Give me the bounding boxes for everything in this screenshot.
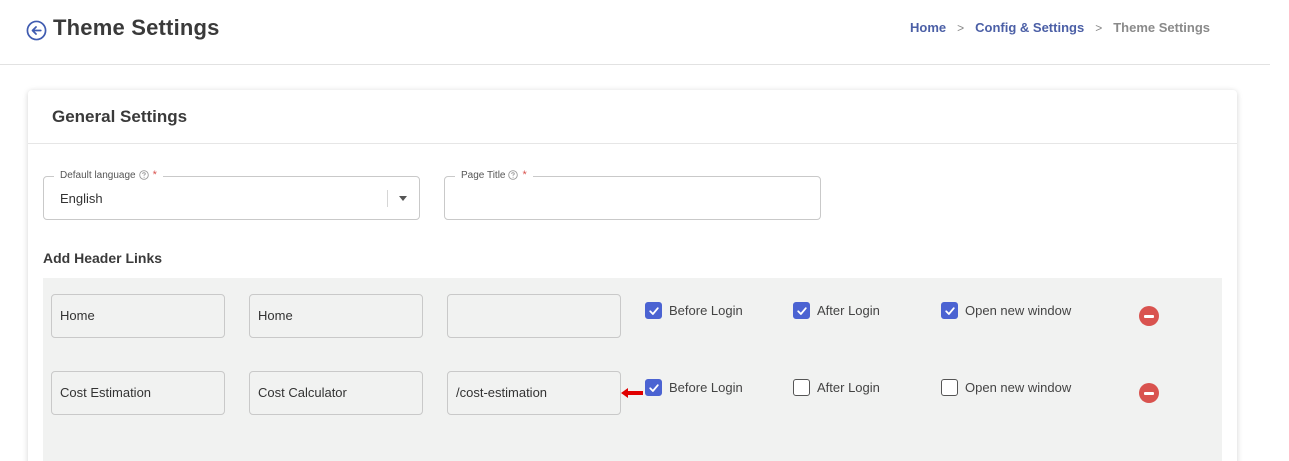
link-url-input[interactable]	[447, 294, 621, 338]
back-arrow-icon[interactable]	[26, 20, 47, 41]
header-links-panel: Home Home Before Login After Login Open …	[43, 278, 1222, 461]
remove-link-icon[interactable]	[1139, 306, 1159, 326]
checkbox-checked[interactable]	[645, 302, 662, 319]
default-language-select[interactable]: Default language * English	[43, 169, 420, 220]
breadcrumb: Home > Config & Settings > Theme Setting…	[910, 20, 1210, 35]
check-icon	[944, 306, 955, 315]
after-login-label: After Login	[817, 380, 880, 395]
default-language-label-text: Default language	[60, 169, 136, 181]
checkbox-checked[interactable]	[645, 379, 662, 396]
page-title: Theme Settings	[53, 15, 220, 40]
breadcrumb-home[interactable]: Home	[910, 20, 946, 35]
page-title-label-text: Page Title	[461, 169, 506, 181]
top-bar: Theme Settings Home > Config & Settings …	[0, 0, 1270, 65]
page-title-label: Page Title *	[455, 169, 533, 181]
card-header: General Settings	[28, 90, 1237, 144]
check-icon	[648, 383, 659, 392]
red-arrow-pointer-icon	[621, 388, 643, 398]
page-title-field[interactable]: Page Title *	[444, 169, 821, 220]
breadcrumb-separator: >	[957, 20, 965, 35]
link-title-input[interactable]: Cost Calculator	[249, 371, 423, 415]
before-login-label: Before Login	[669, 380, 743, 395]
help-icon	[508, 170, 519, 180]
remove-link-icon[interactable]	[1139, 383, 1159, 403]
after-login-label: After Login	[817, 303, 880, 318]
check-icon	[648, 306, 659, 315]
breadcrumb-separator: >	[1095, 20, 1103, 35]
checkbox-checked[interactable]	[941, 302, 958, 319]
required-mark: *	[522, 169, 527, 181]
default-language-label: Default language *	[54, 169, 163, 181]
before-login-label: Before Login	[669, 303, 743, 318]
link-name-input[interactable]: Cost Estimation	[51, 371, 225, 415]
link-name-input[interactable]: Home	[51, 294, 225, 338]
after-login-checkbox[interactable]: After Login	[793, 302, 880, 319]
breadcrumb-config-settings[interactable]: Config & Settings	[975, 20, 1084, 35]
checkbox-checked[interactable]	[793, 302, 810, 319]
open-new-window-checkbox[interactable]: Open new window	[941, 302, 1071, 319]
open-new-window-label: Open new window	[965, 303, 1072, 318]
checkbox-unchecked[interactable]	[941, 379, 958, 396]
help-icon	[138, 170, 149, 180]
after-login-checkbox[interactable]: After Login	[793, 379, 880, 396]
open-new-window-label: Open new window	[965, 380, 1072, 395]
check-icon	[796, 306, 807, 315]
card-title: General Settings	[52, 107, 188, 126]
before-login-checkbox[interactable]: Before Login	[645, 302, 743, 319]
breadcrumb-current: Theme Settings	[1113, 20, 1210, 35]
before-login-checkbox[interactable]: Before Login	[645, 379, 743, 396]
chevron-down-icon[interactable]	[399, 196, 407, 201]
header-links-heading: Add Header Links	[43, 250, 163, 266]
open-new-window-checkbox[interactable]: Open new window	[941, 379, 1071, 396]
required-mark: *	[152, 169, 157, 181]
general-settings-card: General Settings Default language * Engl…	[28, 90, 1237, 461]
checkbox-unchecked[interactable]	[793, 379, 810, 396]
select-divider	[387, 190, 388, 207]
link-title-input[interactable]: Home	[249, 294, 423, 338]
default-language-value: English	[60, 191, 103, 206]
link-url-input[interactable]: /cost-estimation	[447, 371, 621, 415]
